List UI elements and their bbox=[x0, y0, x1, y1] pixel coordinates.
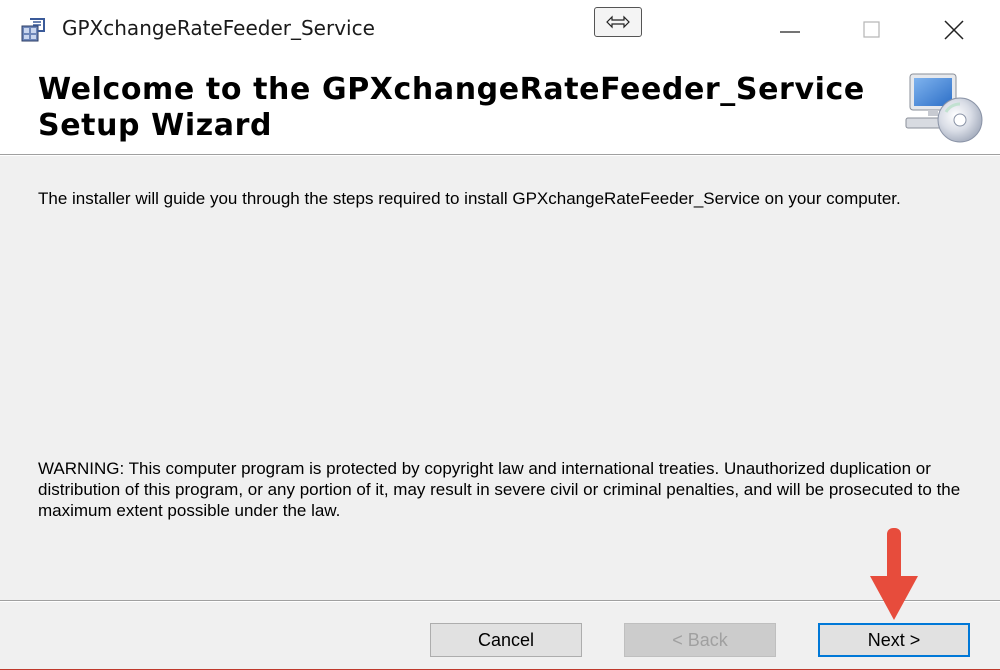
close-icon bbox=[944, 20, 964, 40]
cancel-button[interactable]: Cancel bbox=[430, 623, 582, 657]
snap-restore-button[interactable] bbox=[594, 7, 642, 37]
window-title: GPXchangeRateFeeder_Service bbox=[62, 16, 375, 40]
maximize-icon bbox=[863, 21, 880, 38]
close-button[interactable] bbox=[934, 14, 974, 44]
intro-text: The installer will guide you through the… bbox=[38, 189, 901, 208]
minimize-icon bbox=[780, 31, 800, 33]
maximize-button bbox=[852, 14, 892, 44]
title-bar[interactable]: GPXchangeRateFeeder_Service bbox=[0, 0, 1000, 58]
installer-box-icon bbox=[21, 18, 45, 42]
page-title: Welcome to the GPXchangeRateFeeder_Servi… bbox=[38, 72, 865, 144]
red-down-arrow-annotation bbox=[870, 528, 918, 620]
next-button[interactable]: Next > bbox=[818, 623, 970, 657]
page-title-line1: Welcome to the GPXchangeRateFeeder_Servi… bbox=[38, 72, 865, 107]
back-button: < Back bbox=[624, 623, 776, 657]
wizard-body: The installer will guide you through the… bbox=[0, 156, 1000, 600]
setup-wizard-window: GPXchangeRateFeeder_Service Welcome to t… bbox=[0, 0, 1000, 670]
page-title-line2: Setup Wizard bbox=[38, 108, 273, 143]
computer-cd-icon bbox=[905, 73, 983, 143]
minimize-button[interactable] bbox=[770, 14, 810, 44]
double-arrow-icon bbox=[606, 15, 630, 29]
wizard-footer: Cancel < Back Next > bbox=[0, 602, 1000, 669]
copyright-warning: WARNING: This computer program is protec… bbox=[38, 459, 961, 520]
wizard-header: Welcome to the GPXchangeRateFeeder_Servi… bbox=[0, 58, 1000, 154]
